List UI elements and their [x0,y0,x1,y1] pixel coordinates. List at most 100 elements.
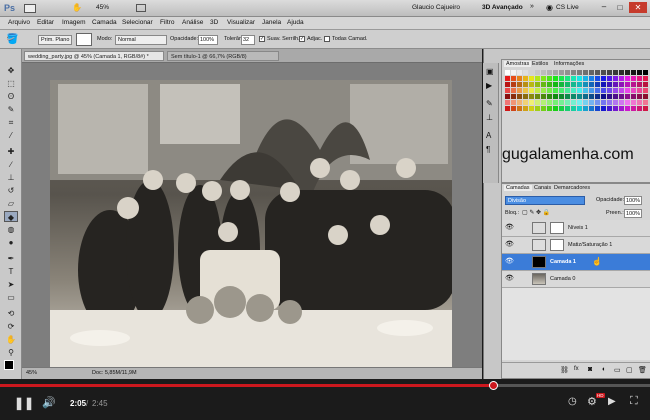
color-swatch[interactable] [613,88,618,93]
move-tool-icon[interactable]: ✥ [4,65,18,76]
color-swatch[interactable] [625,100,630,105]
layer-row-camada-1[interactable]: 👁 Camada 1 ☝ [502,254,650,271]
color-swatch[interactable] [601,76,606,81]
doc-tab-wedding[interactable]: wedding_party.jpg @ 45% (Camada 1, RGB/8… [24,51,164,61]
color-swatch[interactable] [577,76,582,81]
color-swatch[interactable] [523,88,528,93]
color-swatch[interactable] [625,76,630,81]
color-swatch[interactable] [553,88,558,93]
color-swatch[interactable] [589,88,594,93]
color-swatch[interactable] [595,100,600,105]
color-swatch[interactable] [613,94,618,99]
fill-input[interactable]: 100% [624,209,642,218]
new-layer-icon[interactable]: ▢ [626,366,633,374]
color-swatch[interactable] [517,94,522,99]
color-swatch[interactable] [505,94,510,99]
brush-tool-icon[interactable]: ∕ [4,159,18,170]
color-swatch[interactable] [631,94,636,99]
hand-tool-icon[interactable]: ✋ [72,3,82,12]
color-swatch[interactable] [631,70,636,75]
color-swatch[interactable] [535,100,540,105]
color-swatch[interactable] [601,88,606,93]
color-swatch[interactable] [559,76,564,81]
color-swatch[interactable] [559,106,564,111]
color-swatch[interactable] [607,106,612,111]
status-zoom[interactable]: 45% [26,370,37,376]
color-swatch[interactable] [517,88,522,93]
folder-icon[interactable]: ▭ [614,366,621,374]
menu-camada[interactable]: Camada [92,19,117,26]
color-swatch[interactable] [577,106,582,111]
color-swatch[interactable] [613,70,618,75]
color-swatch[interactable] [577,70,582,75]
color-swatch[interactable] [631,88,636,93]
color-swatch[interactable] [589,106,594,111]
color-swatch[interactable] [637,94,642,99]
color-swatch[interactable] [523,100,528,105]
color-swatch[interactable] [553,76,558,81]
tab-styles[interactable]: Estilos [532,61,548,67]
color-swatch[interactable] [607,100,612,105]
color-swatch[interactable] [565,100,570,105]
color-swatch[interactable] [541,100,546,105]
color-swatch[interactable] [565,94,570,99]
color-swatch[interactable] [637,76,642,81]
workspace-switcher[interactable]: 3D Avançado [482,4,523,11]
color-swatch[interactable] [505,106,510,111]
tab-channels[interactable]: Canais [534,185,551,191]
color-swatch[interactable] [559,100,564,105]
type-tool-icon[interactable]: T [4,266,18,277]
color-swatch[interactable] [583,88,588,93]
color-swatch[interactable] [631,100,636,105]
color-swatch[interactable] [523,76,528,81]
color-swatch[interactable] [523,94,528,99]
color-swatch[interactable] [535,82,540,87]
color-swatch[interactable] [535,70,540,75]
preset-select[interactable]: Prim. Plano [38,35,72,45]
color-swatch[interactable] [625,88,630,93]
color-swatch[interactable] [625,70,630,75]
color-swatch[interactable] [631,82,636,87]
blur-tool-icon[interactable]: ◍ [4,224,18,235]
healing-brush-icon[interactable]: ✚ [4,146,18,157]
color-swatch[interactable] [601,106,606,111]
color-swatch[interactable] [529,106,534,111]
color-swatch[interactable] [517,70,522,75]
pen-tool-icon[interactable]: ✒ [4,253,18,264]
color-swatch[interactable] [541,106,546,111]
dodge-tool-icon[interactable]: ● [4,237,18,248]
crop-tool-icon[interactable]: ⌗ [4,117,18,128]
color-swatch[interactable] [643,100,648,105]
color-swatch[interactable] [511,76,516,81]
color-swatch[interactable] [535,94,540,99]
contiguous-checkbox[interactable]: ✓ [299,36,305,42]
color-swatch[interactable] [565,88,570,93]
layer-row-camada-0[interactable]: 👁 Camada 0 [502,271,650,288]
paragraph-panel-icon[interactable]: ¶ [486,145,490,154]
color-swatch[interactable] [619,88,624,93]
menu-selecionar[interactable]: Selecionar [122,19,153,26]
marquee-tool-icon[interactable]: ⬚ [4,78,18,89]
color-swatch[interactable] [559,88,564,93]
tolerance-input[interactable]: 32 [241,35,255,45]
color-swatch[interactable] [631,76,636,81]
zoom-display[interactable]: 45% [96,4,109,11]
color-swatch[interactable] [625,82,630,87]
color-swatch[interactable] [565,106,570,111]
menu-janela[interactable]: Janela [262,19,281,26]
adjustment-icon[interactable]: ◐ [602,366,606,373]
eyedropper-tool-icon[interactable]: ⁄ [4,130,18,141]
mask-icon[interactable]: ◙ [588,366,592,373]
menu-arquivo[interactable]: Arquivo [8,19,30,26]
color-swatch[interactable] [553,94,558,99]
color-swatch[interactable] [607,88,612,93]
color-swatch[interactable] [643,106,648,111]
3d-camera-icon[interactable]: ⟳ [4,321,18,332]
layer-row-niveis[interactable]: 👁 Níveis 1 [502,220,650,237]
antialias-checkbox[interactable]: ✓ [259,36,265,42]
color-swatch[interactable] [601,94,606,99]
actions-panel-icon[interactable]: ▶ [486,81,492,90]
color-swatch[interactable] [589,100,594,105]
color-swatch[interactable] [511,106,516,111]
color-swatch[interactable] [595,94,600,99]
